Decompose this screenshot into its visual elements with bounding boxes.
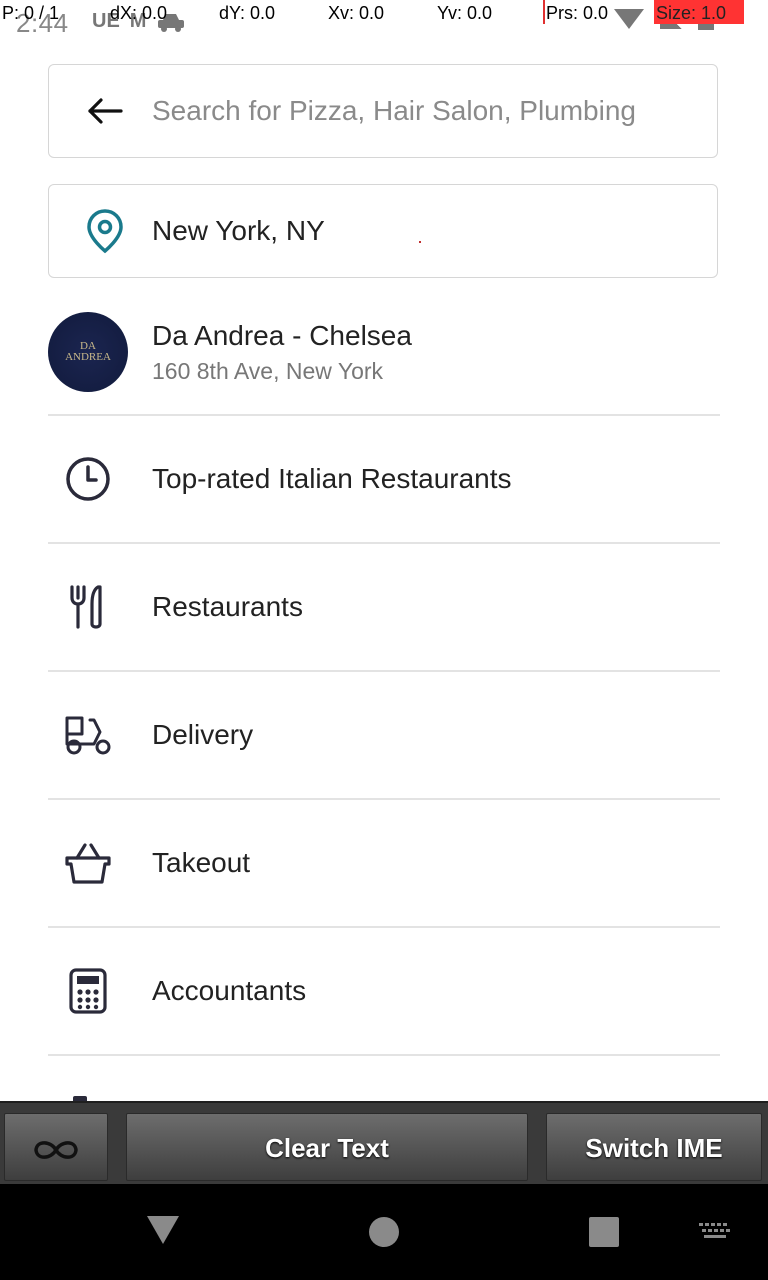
- keyboard-icon[interactable]: [698, 1222, 732, 1244]
- back-icon[interactable]: [147, 1216, 179, 1244]
- suggestion-label: Takeout: [152, 847, 251, 878]
- home-icon[interactable]: [369, 1217, 399, 1247]
- switch-ime-button[interactable]: Switch IME: [546, 1113, 762, 1181]
- overlay-dy: dY: 0.0: [219, 3, 276, 23]
- overlay-size: Size: 1.0: [654, 0, 745, 24]
- overlay-dx: dX: 0.0: [110, 3, 168, 23]
- basket-icon: [64, 838, 112, 888]
- logo-text-line-2: ANDREA: [65, 351, 111, 363]
- business-suggestion[interactable]: DA ANDREA Da Andrea - Chelsea 160 8th Av…: [48, 312, 718, 416]
- recents-icon[interactable]: [589, 1217, 619, 1247]
- clock-icon: [64, 454, 112, 504]
- infinity-icon: [34, 1141, 78, 1159]
- suggestion-label: Accountants: [152, 975, 307, 1006]
- business-address: 160 8th Ave, New York: [152, 358, 384, 384]
- location-pin-icon: [83, 207, 127, 255]
- screen: 2:44 UE M P: 0 / 1 dX: 0.0 dY: 0.0 Xv: 0…: [0, 0, 768, 1280]
- overlay-xv: Xv: 0.0: [328, 3, 385, 23]
- suggestion-accountants[interactable]: Accountants: [48, 928, 720, 1054]
- clear-text-button[interactable]: Clear Text: [126, 1113, 528, 1181]
- suggestion-restaurants[interactable]: Restaurants: [48, 544, 720, 670]
- overlay-yv: Yv: 0.0: [437, 3, 493, 23]
- business-logo: DA ANDREA: [48, 312, 128, 392]
- overlay-pressure: Prs: 0.0: [546, 3, 609, 23]
- pointer-location-overlay: P: 0 / 1 dX: 0.0 dY: 0.0 Xv: 0.0 Yv: 0.0…: [0, 0, 768, 26]
- search-field[interactable]: Search for Pizza, Hair Salon, Plumbing: [48, 64, 718, 158]
- suggestion-top-rated-italian[interactable]: Top-rated Italian Restaurants: [48, 416, 720, 542]
- suggestion-label: Restaurants: [152, 591, 303, 622]
- navigation-bar: [0, 1184, 768, 1280]
- calculator-icon: [64, 966, 112, 1016]
- cursor-mark: [419, 241, 421, 243]
- fork-knife-icon: [64, 582, 112, 632]
- search-input[interactable]: Search for Pizza, Hair Salon, Plumbing: [152, 65, 636, 157]
- loop-button[interactable]: [4, 1113, 108, 1181]
- overlay-pointer-count: P: 0 / 1: [2, 3, 60, 23]
- overlay-pressure-bar: [543, 0, 545, 24]
- suggestion-takeout[interactable]: Takeout: [48, 800, 720, 926]
- suggestion-label: Top-rated Italian Restaurants: [152, 463, 512, 494]
- location-input[interactable]: New York, NY: [152, 185, 325, 277]
- suggestion-delivery[interactable]: Delivery: [48, 672, 720, 798]
- suggestion-label: Delivery: [152, 719, 254, 750]
- arrow-left-icon[interactable]: [83, 87, 127, 135]
- business-name: Da Andrea - Chelsea: [152, 320, 412, 351]
- location-field[interactable]: New York, NY: [48, 184, 718, 278]
- scooter-icon: [64, 710, 112, 760]
- divider: [48, 1054, 720, 1056]
- ime-toolbar: Clear Text Switch IME: [0, 1101, 768, 1186]
